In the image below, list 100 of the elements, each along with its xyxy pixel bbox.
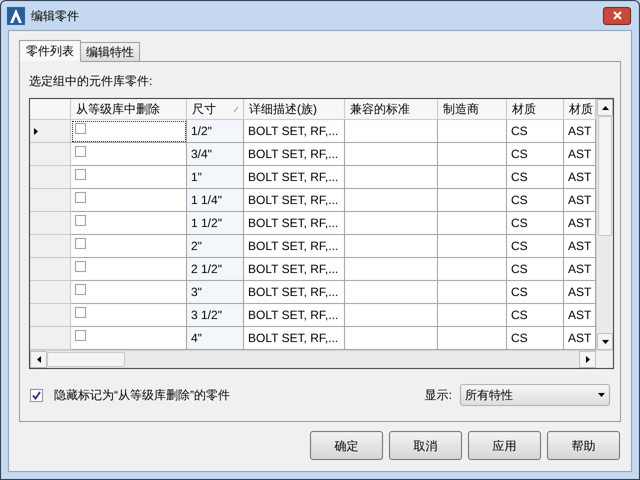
scroll-thumb[interactable] [598, 116, 612, 236]
table-cell: BOLT SET, RF,... [244, 166, 345, 189]
dialog-button[interactable]: 确定 [310, 431, 383, 460]
row-header-corner [30, 99, 71, 120]
checkbox-cell[interactable] [71, 189, 187, 212]
checkbox[interactable] [75, 192, 86, 202]
checkbox-cell[interactable] [71, 143, 187, 166]
display-label: 显示: [424, 387, 452, 404]
close-button[interactable] [603, 6, 631, 24]
table-cell: BOLT SET, RF,... [244, 143, 345, 166]
table-cell: BOLT SET, RF,... [244, 212, 345, 235]
table-cell: CS [507, 166, 564, 189]
table-cell [438, 235, 507, 258]
checkbox-cell[interactable] [71, 212, 187, 235]
table-cell: 3" [187, 281, 244, 304]
checkbox[interactable] [75, 330, 86, 340]
checkbox[interactable] [75, 260, 86, 272]
table-cell: BOLT SET, RF,... [244, 258, 345, 281]
dialog-button[interactable]: 帮助 [547, 431, 620, 460]
column-header[interactable]: 从等级库中删除 [71, 99, 187, 120]
checkbox[interactable] [75, 238, 86, 248]
vertical-scrollbar[interactable] [596, 99, 613, 350]
table-cell: AST [564, 143, 596, 166]
checkbox[interactable] [75, 214, 86, 226]
column-header[interactable]: 材质 [564, 99, 596, 120]
app-logo-icon [7, 6, 25, 24]
column-header[interactable]: 制造商 [438, 99, 507, 120]
right-arrow-icon [586, 356, 590, 363]
horizontal-scrollbar[interactable] [30, 350, 613, 368]
row-header[interactable] [30, 143, 71, 166]
column-header[interactable]: 详细描述(族) [244, 99, 345, 120]
scroll-up-button[interactable] [597, 99, 613, 116]
checkbox[interactable] [75, 146, 86, 156]
table-cell: AST [564, 166, 596, 189]
checkbox[interactable] [75, 306, 86, 318]
scroll-down-button[interactable] [597, 333, 613, 350]
dialog-button[interactable]: 应用 [468, 431, 541, 460]
dialog-button[interactable]: 取消 [389, 431, 462, 460]
table-cell: 1/2" [187, 120, 244, 143]
table-cell: CS [507, 281, 564, 304]
checkbox[interactable] [75, 122, 86, 134]
table-cell: AST [564, 235, 596, 258]
table-cell: 3/4" [187, 143, 244, 166]
checkbox-cell[interactable] [71, 327, 187, 350]
close-icon [612, 11, 622, 20]
dropdown-arrow-icon [598, 393, 605, 397]
table-cell: CS [507, 212, 564, 235]
row-header[interactable] [30, 258, 71, 281]
left-arrow-icon [36, 356, 40, 363]
checkbox-cell[interactable] [71, 235, 187, 258]
table-cell: 2" [187, 235, 244, 258]
table-cell: AST [564, 304, 596, 327]
table-cell: 1" [187, 166, 244, 189]
table-cell: AST [564, 189, 596, 212]
table-cell [438, 258, 507, 281]
table-cell [438, 120, 507, 143]
window-title: 编辑零件 [31, 8, 79, 24]
sort-icon [234, 106, 238, 112]
table-cell: AST [564, 212, 596, 235]
row-header[interactable] [30, 235, 71, 258]
row-header[interactable] [30, 212, 71, 235]
column-header[interactable]: 尺寸 [187, 99, 244, 120]
scrollbar-corner [596, 351, 613, 368]
row-header[interactable] [30, 304, 71, 327]
checkbox[interactable] [30, 388, 43, 402]
scroll-right-button[interactable] [579, 351, 596, 368]
checkbox-cell[interactable] [71, 281, 187, 304]
table-cell: 1 1/4" [187, 189, 244, 212]
checkbox[interactable] [75, 168, 86, 180]
checkbox-cell[interactable] [71, 120, 187, 143]
checkbox-cell[interactable] [71, 166, 187, 189]
table-cell: 4" [187, 327, 244, 350]
check-icon [32, 390, 41, 400]
table-cell: AST [564, 120, 596, 143]
display-dropdown[interactable]: 所有特性 [460, 384, 610, 406]
row-header[interactable] [30, 120, 71, 143]
table-cell [438, 281, 507, 304]
table-cell [438, 212, 507, 235]
checkbox[interactable] [75, 284, 86, 294]
row-header[interactable] [30, 189, 71, 212]
column-header[interactable]: 兼容的标准 [345, 99, 438, 120]
table-cell: BOLT SET, RF,... [244, 304, 345, 327]
scroll-left-button[interactable] [30, 351, 47, 368]
table-cell: AST [564, 258, 596, 281]
row-header[interactable] [30, 166, 71, 189]
checkbox-cell[interactable] [71, 258, 187, 281]
up-arrow-icon [602, 106, 608, 110]
table-cell: CS [507, 304, 564, 327]
column-header[interactable]: 材质 [507, 99, 564, 120]
table-cell: CS [507, 143, 564, 166]
tab[interactable]: 编辑特性 [81, 42, 140, 62]
table-cell: 2 1/2" [187, 258, 244, 281]
checkbox-cell[interactable] [71, 304, 187, 327]
table-cell: BOLT SET, RF,... [244, 235, 345, 258]
tab[interactable]: 零件列表 [19, 40, 81, 62]
table-cell [438, 304, 507, 327]
scroll-thumb[interactable] [47, 352, 125, 367]
table-cell: 1 1/2" [187, 212, 244, 235]
table-cell: CS [507, 258, 564, 281]
row-header[interactable] [30, 281, 71, 304]
